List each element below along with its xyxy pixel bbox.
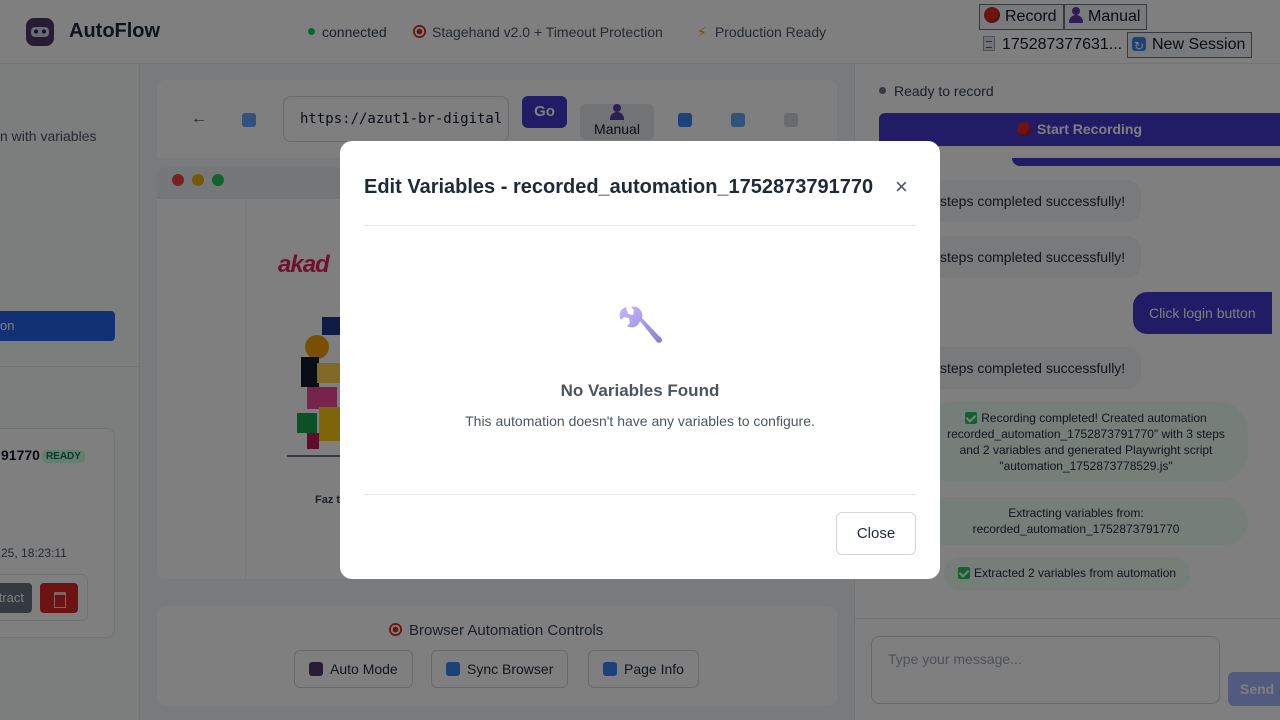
- empty-state-title: No Variables Found: [560, 381, 720, 400]
- modal-title: Edit Variables - recorded_automation_175…: [364, 176, 874, 198]
- close-icon[interactable]: ×: [895, 174, 908, 200]
- modal-header-divider: [364, 225, 916, 226]
- close-button[interactable]: Close: [836, 512, 916, 555]
- empty-state-text: This automation doesn't have any variabl…: [465, 413, 815, 429]
- modal-footer-divider: [364, 494, 916, 495]
- wrench-icon: [619, 306, 662, 343]
- edit-variables-modal: Edit Variables - recorded_automation_175…: [340, 141, 940, 579]
